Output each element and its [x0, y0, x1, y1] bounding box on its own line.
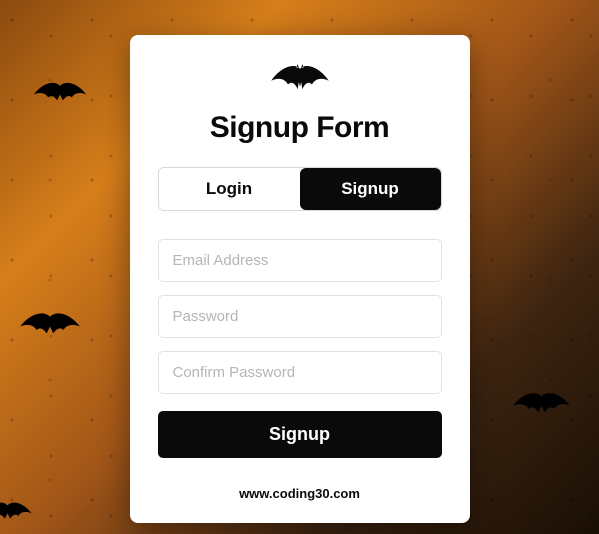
signup-button[interactable]: Signup: [158, 411, 442, 458]
bat-icon: [158, 63, 442, 101]
tab-signup[interactable]: Signup: [300, 168, 441, 210]
password-field[interactable]: [158, 295, 442, 338]
bat-decoration: [509, 390, 574, 428]
signup-card: Signup Form Login Signup Signup www.codi…: [130, 35, 470, 523]
tab-login[interactable]: Login: [159, 168, 300, 210]
footer-link[interactable]: www.coding30.com: [158, 486, 442, 501]
email-field[interactable]: [158, 239, 442, 282]
bat-decoration: [15, 310, 85, 350]
bat-decoration: [0, 500, 35, 532]
form-title: Signup Form: [158, 111, 442, 145]
confirm-password-field[interactable]: [158, 351, 442, 394]
tab-group: Login Signup: [158, 167, 442, 211]
bat-decoration: [30, 80, 90, 115]
